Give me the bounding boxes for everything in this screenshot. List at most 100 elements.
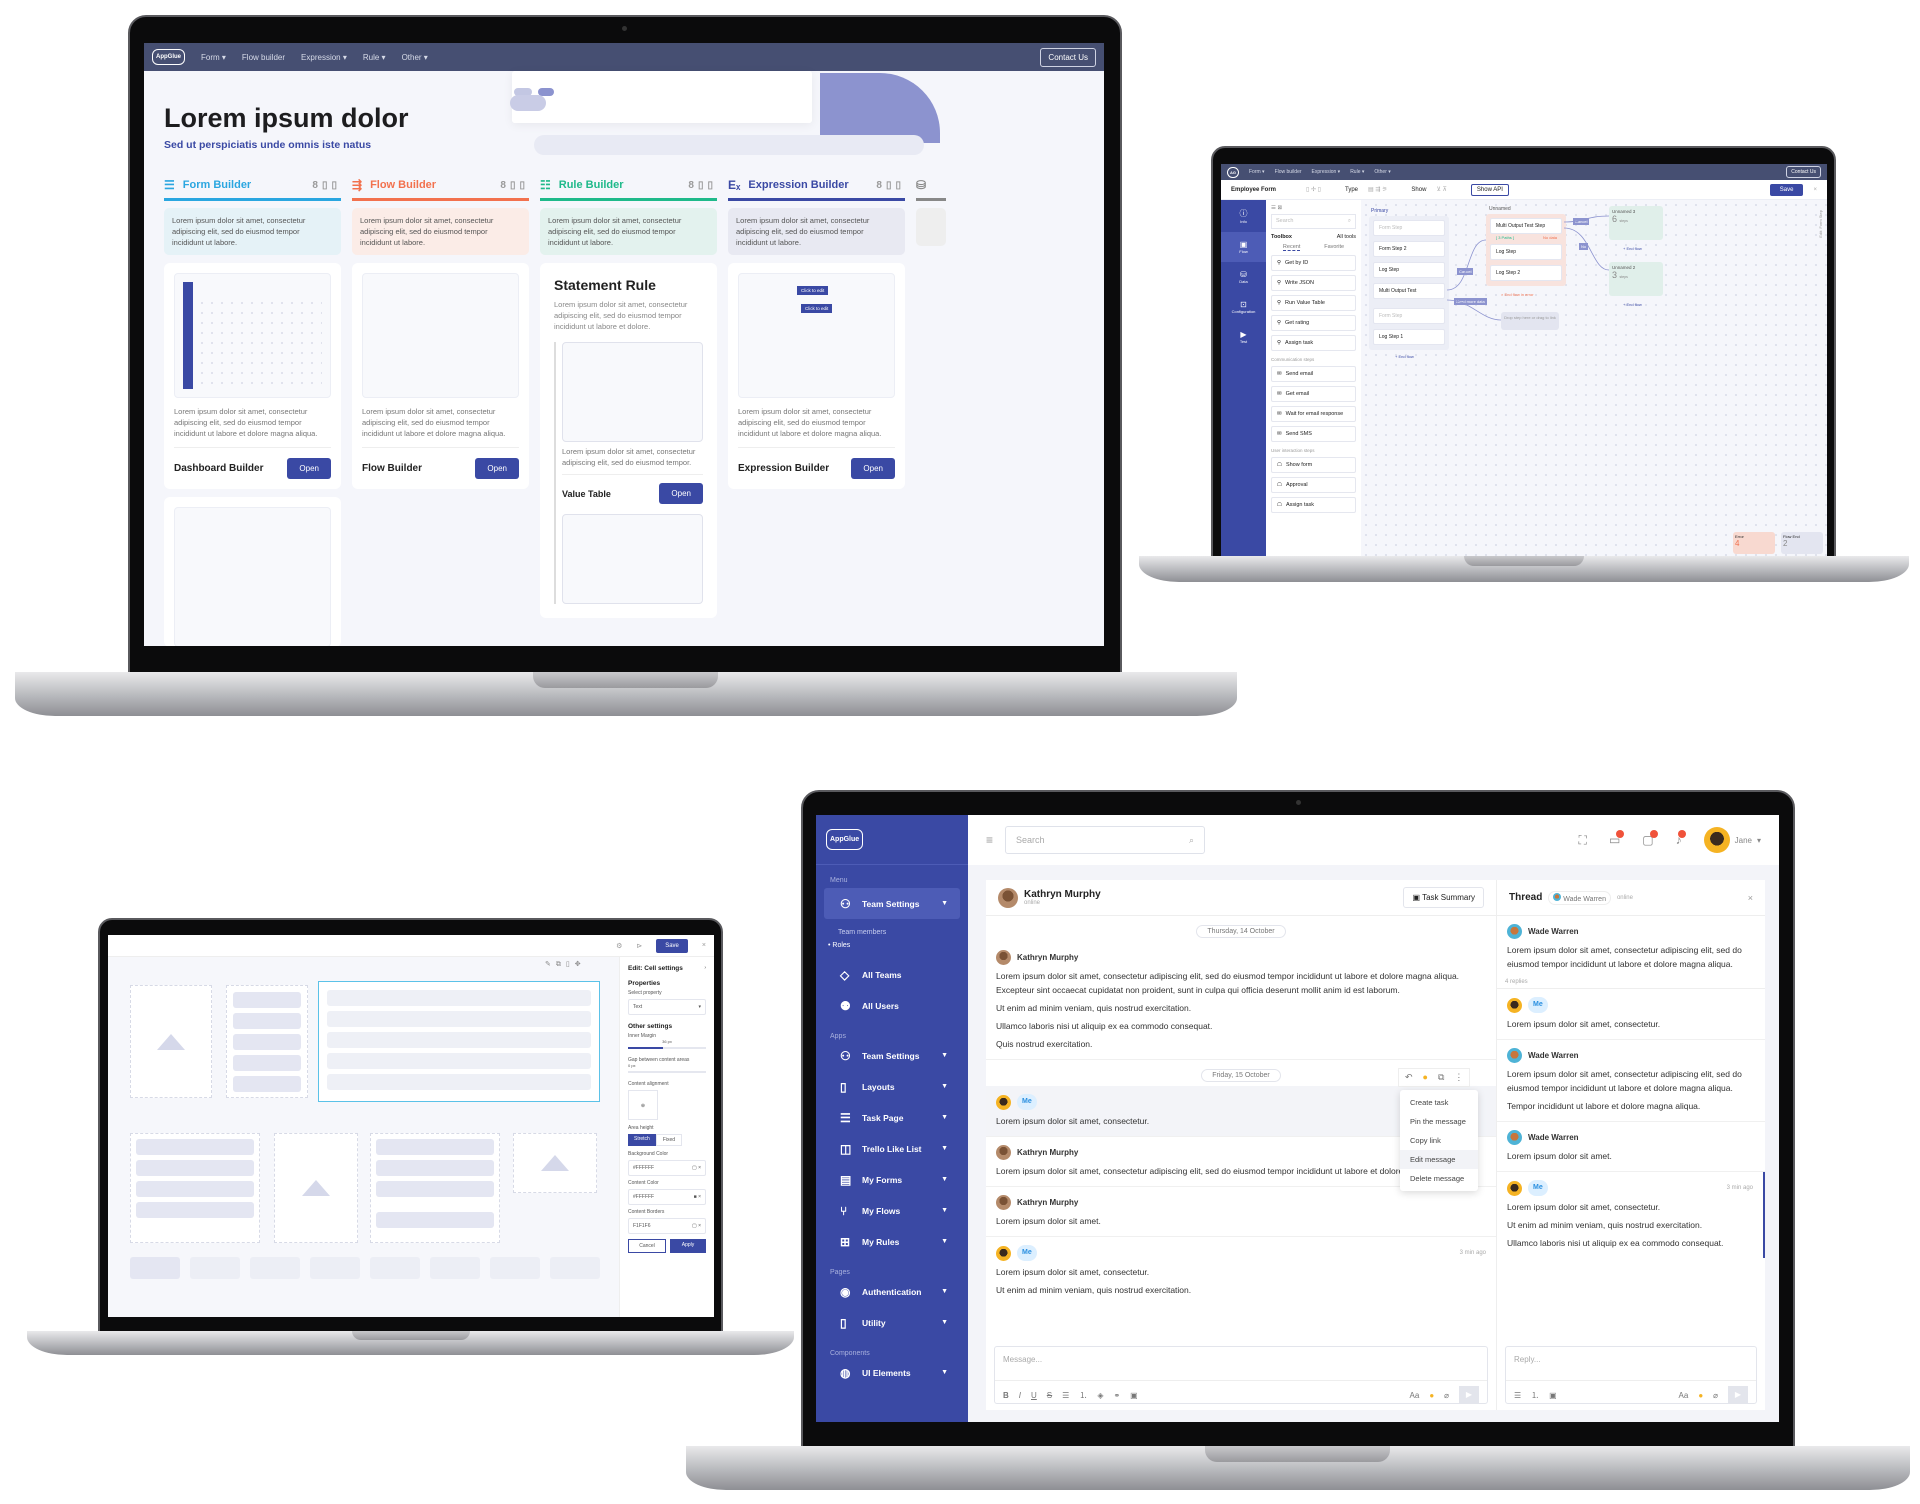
open-button[interactable]: Open — [851, 458, 895, 479]
hamburger-icon[interactable]: ≡ — [986, 833, 993, 847]
tab-recent[interactable]: Recent — [1282, 244, 1301, 251]
menu-delete-message[interactable]: Delete message — [1400, 1169, 1478, 1188]
view-toggle-icons[interactable]: 8▯▯ — [500, 180, 529, 191]
link-icon[interactable]: ⚭ — [1113, 1391, 1120, 1400]
nav-flow-builder[interactable]: Flow builder — [242, 53, 285, 62]
drop-zone[interactable]: Drop step here or drag to link — [1501, 312, 1559, 330]
submenu-team-members[interactable]: Team members — [816, 919, 968, 936]
sidebar-item-test[interactable]: ▶ Test — [1221, 322, 1266, 352]
tool-item[interactable]: ✉ Wait for email response — [1271, 406, 1356, 422]
sidebar-item-team-settings[interactable]: ⚇ Team Settings ▼ — [824, 888, 960, 919]
sidebar-item-my-rules[interactable]: ⊞ My Rules ▼ — [824, 1226, 960, 1257]
tool-item[interactable]: ⚲ Assign task — [1271, 335, 1356, 351]
toolbox-view-icons[interactable]: ☰ ⊠ — [1271, 205, 1356, 211]
send-button[interactable]: ▶ — [1728, 1386, 1748, 1404]
open-button[interactable]: Open — [287, 458, 331, 479]
nav-form[interactable]: Form ▾ — [201, 53, 226, 62]
font-size-button[interactable]: Aa — [1410, 1391, 1420, 1400]
task-summary-button[interactable]: ▣ Task Summary — [1403, 887, 1484, 908]
alignment-picker[interactable]: ⊕ — [628, 1090, 658, 1120]
search-input[interactable]: Search ⌕ — [1005, 826, 1206, 854]
sidebar-item-info[interactable]: ⓘ Info — [1221, 200, 1266, 232]
text-cell[interactable] — [226, 985, 308, 1098]
task-icon[interactable]: ▣ — [1130, 1391, 1138, 1400]
sidebar-item-utility[interactable]: ▯ Utility ▼ — [824, 1307, 960, 1338]
fullscreen-icon[interactable]: ⛶ — [1579, 833, 1587, 848]
open-button[interactable]: Open — [659, 483, 703, 504]
close-icon[interactable]: × — [702, 942, 706, 949]
sidebar-item-all-teams[interactable]: ◇ All Teams — [824, 959, 960, 990]
property-select[interactable]: Text ▾ — [628, 999, 706, 1015]
tool-item[interactable]: ⚲ Run Value Table — [1271, 295, 1356, 311]
numbered-list-icon[interactable]: ⒈ — [1079, 1390, 1087, 1401]
apply-button[interactable]: Apply — [670, 1239, 706, 1253]
bold-icon[interactable]: B — [1003, 1391, 1009, 1400]
emoji-icon[interactable]: ● — [1423, 1072, 1428, 1083]
bullet-list-icon[interactable]: ☰ — [1062, 1391, 1069, 1400]
show-icons[interactable]: ⊻ ⊼ — [1436, 186, 1446, 193]
sidebar-item-all-users[interactable]: ⚉ All Users — [824, 990, 960, 1021]
task-icon[interactable]: ▣ — [1549, 1391, 1557, 1400]
section-label[interactable]: Communication steps — [1271, 357, 1356, 362]
background-color-input[interactable]: #FFFFFF ▢ × — [628, 1160, 706, 1176]
nav-flow-builder[interactable]: Flow builder — [1275, 169, 1302, 175]
reply-input[interactable]: Reply... — [1506, 1347, 1756, 1380]
end-flow-link[interactable]: + End flow — [1623, 302, 1642, 307]
nav-form[interactable]: Form ▾ — [1249, 169, 1265, 175]
emoji-icon[interactable]: ● — [1698, 1391, 1703, 1400]
font-size-button[interactable]: Aa — [1679, 1391, 1689, 1400]
tool-item[interactable]: ⚲ Write JSON — [1271, 275, 1356, 291]
menu-pin-message[interactable]: Pin the message — [1400, 1112, 1478, 1131]
italic-icon[interactable]: I — [1019, 1391, 1021, 1400]
bullet-list-icon[interactable]: ☰ — [1514, 1391, 1521, 1400]
settings-icon[interactable]: ⚙ — [616, 942, 622, 950]
preview-icon[interactable]: ⊳ — [636, 942, 642, 950]
flow-end-block[interactable]: Flow End 2 — [1781, 532, 1823, 554]
text-cell[interactable] — [370, 1133, 500, 1243]
nav-expression[interactable]: Expression ▾ — [1312, 169, 1341, 175]
selected-cell[interactable] — [318, 981, 600, 1102]
toolbar-actions-icons[interactable]: ▯ ✢ ▯ — [1306, 186, 1321, 193]
copy-icon[interactable]: ⧉ — [1438, 1072, 1444, 1083]
view-toggle-icons[interactable]: 8▯▯ — [876, 180, 905, 191]
send-button[interactable]: ▶ — [1459, 1386, 1479, 1404]
tool-item[interactable]: ⚲ Get by ID — [1271, 255, 1356, 271]
tool-item[interactable]: ☖ Approval — [1271, 477, 1356, 493]
image-cell[interactable] — [513, 1133, 597, 1193]
flow-canvas[interactable]: Primary Form Step Form Step 2 Log Step M… — [1361, 200, 1827, 556]
sidebar-item-my-flows[interactable]: ⑂ My Flows ▼ — [824, 1195, 960, 1226]
error-block[interactable]: Error 4 — [1733, 532, 1775, 554]
inner-margin-slider[interactable] — [628, 1047, 706, 1049]
cell-actions-icons[interactable]: ✎⧉▯✥ — [545, 960, 586, 969]
all-tools-link[interactable]: All tools — [1337, 234, 1356, 240]
type-icons[interactable]: ▤ ⇶ ⚞ — [1368, 186, 1387, 193]
nav-other[interactable]: Other ▾ — [1374, 169, 1390, 175]
sidebar-item-my-forms[interactable]: ▤ My Forms ▼ — [824, 1164, 960, 1195]
attach-icon[interactable]: ⌀ — [1713, 1391, 1718, 1400]
collapse-icon[interactable]: › — [704, 965, 706, 972]
nav-rule[interactable]: Rule ▾ — [1350, 169, 1364, 175]
close-icon[interactable]: × — [1813, 187, 1817, 193]
tool-item[interactable]: ✉ Get email — [1271, 386, 1356, 402]
numbered-list-icon[interactable]: ⒈ — [1531, 1390, 1539, 1401]
save-button[interactable]: Save — [656, 938, 688, 953]
fill-icon[interactable]: ◈ — [1097, 1391, 1103, 1400]
more-icon[interactable]: ⋮ — [1454, 1072, 1463, 1083]
user-menu[interactable]: Jane ▾ — [1703, 827, 1761, 853]
sidebar-item-flow[interactable]: ▣ Flow — [1221, 232, 1266, 262]
sidebar-item-ui-elements[interactable]: ◍ UI Elements ▼ — [824, 1357, 960, 1388]
reply-icon[interactable]: ↶ — [1405, 1072, 1413, 1083]
sidebar-item-data[interactable]: ⛁ Data — [1221, 262, 1266, 292]
sidebar-item-team-settings-app[interactable]: ⚇ Team Settings ▼ — [824, 1040, 960, 1071]
bell-icon[interactable]: ♪ — [1676, 830, 1686, 847]
edit-form-step-label[interactable]: Edit: Form Step — [1818, 210, 1823, 238]
contact-us-button[interactable]: Contact Us — [1786, 166, 1821, 178]
save-button[interactable]: Save — [1769, 183, 1804, 196]
box-icon[interactable]: ▢ — [1642, 830, 1658, 847]
add-cell-button[interactable] — [130, 1257, 180, 1279]
menu-edit-message[interactable]: Edit message — [1400, 1150, 1478, 1169]
content-color-input[interactable]: #FFFFFF ■ × — [628, 1189, 706, 1205]
sidebar-item-task-page[interactable]: ☰ Task Page ▼ — [824, 1102, 960, 1133]
toolbox-search[interactable]: Search ⌕ — [1271, 214, 1356, 229]
show-api-button[interactable]: Show API — [1470, 183, 1509, 196]
